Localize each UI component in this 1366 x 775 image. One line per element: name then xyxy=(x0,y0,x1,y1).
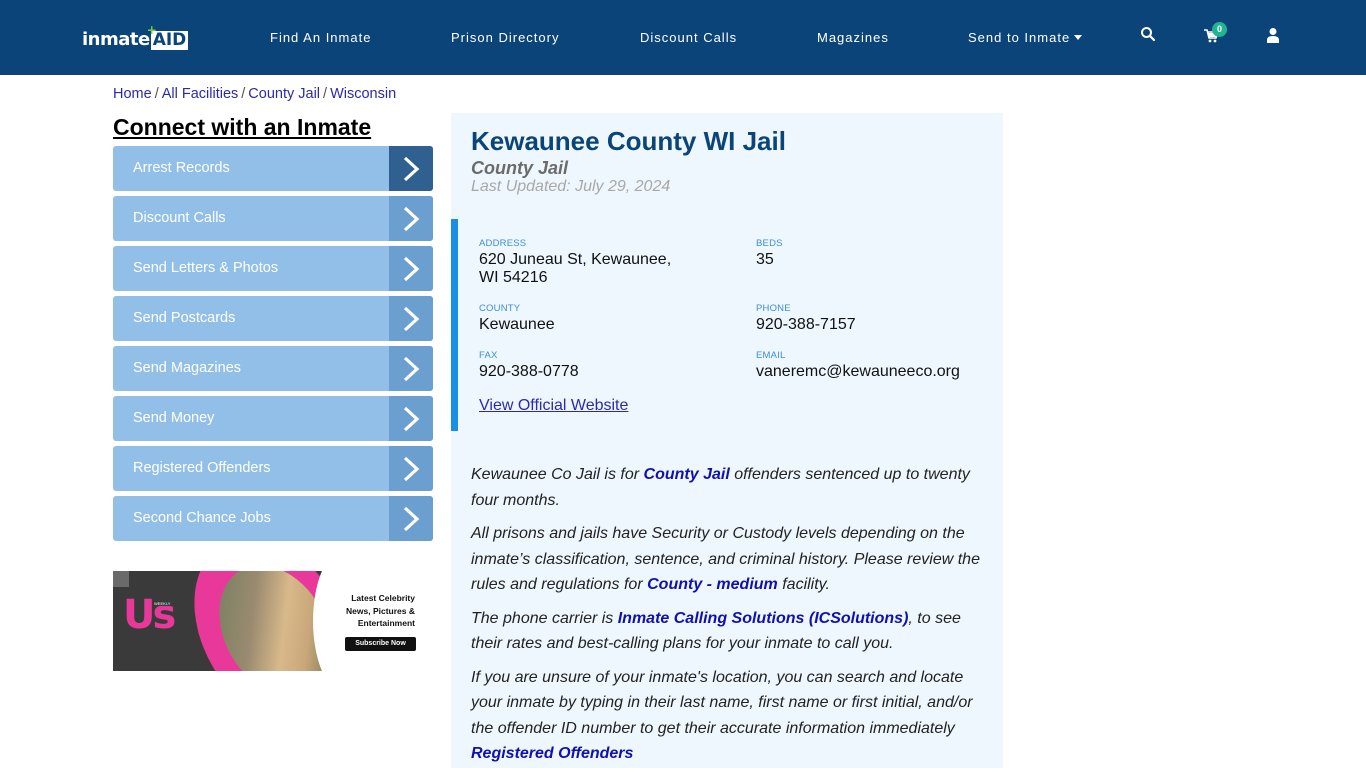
facility-type: County Jail xyxy=(471,158,569,178)
phone-value[interactable]: 920-388-7157 xyxy=(756,316,856,334)
nav-find-an-inmate[interactable]: Find An Inmate xyxy=(270,30,371,46)
county-field: COUNTY Kewaunee xyxy=(479,303,555,334)
sidebar-item-registered-offenders[interactable]: Registered Offenders xyxy=(113,446,433,491)
chevron-right-icon xyxy=(389,196,433,241)
logo-accent-text: AID xyxy=(152,30,187,50)
sidebar-item-label: Second Chance Jobs xyxy=(133,510,271,526)
nav-discount-calls[interactable]: Discount Calls xyxy=(640,30,737,46)
description-text: Kewaunee Co Jail is for xyxy=(471,466,644,483)
security-level-link[interactable]: County - medium xyxy=(647,576,778,593)
address-line2: WI 54216 xyxy=(479,269,548,286)
sidebar-item-send-money[interactable]: Send Money xyxy=(113,396,433,441)
chevron-right-icon xyxy=(389,246,433,291)
beds-label: BEDS xyxy=(756,238,783,249)
sidebar-item-label: Registered Offenders xyxy=(133,460,271,476)
phone-label: PHONE xyxy=(756,303,791,314)
sidebar-item-discount-calls[interactable]: Discount Calls xyxy=(113,196,433,241)
facility-panel: Kewaunee County WI Jail County Jail Last… xyxy=(451,113,1003,768)
logo-accent: + AID xyxy=(147,24,189,50)
sidebar-item-arrest-records[interactable]: Arrest Records xyxy=(113,146,433,191)
ad-corner-mark xyxy=(113,571,129,587)
top-navigation-bar: inmate + AID Find An Inmate Prison Direc… xyxy=(0,0,1366,75)
phone-field: PHONE 920-388-7157 xyxy=(756,303,856,334)
county-value: Kewaunee xyxy=(479,316,555,333)
address-line1: 620 Juneau St, Kewaunee, xyxy=(479,251,672,268)
nav-send-to-inmate-label: Send to Inmate xyxy=(968,30,1071,45)
description-paragraph: If you are unsure of your inmate's locat… xyxy=(471,665,991,767)
beds-field: BEDS 35 xyxy=(756,238,783,269)
sidebar-title[interactable]: Connect with an Inmate xyxy=(113,114,371,140)
ad-brand-tag: WEEKLY xyxy=(153,601,172,606)
sidebar-item-label: Discount Calls xyxy=(133,210,226,226)
chevron-right-icon xyxy=(389,296,433,341)
breadcrumb-home[interactable]: Home xyxy=(113,86,152,102)
fax-label: FAX xyxy=(479,350,498,361)
sidebar-item-send-postcards[interactable]: Send Postcards xyxy=(113,296,433,341)
inmateaid-logo[interactable]: inmate + AID xyxy=(82,24,189,50)
nav-magazines[interactable]: Magazines xyxy=(817,30,889,46)
description-text: The phone carrier is xyxy=(471,609,618,627)
breadcrumb: Home / All Facilities / County Jail / Wisconsi… xyxy=(113,85,396,103)
chevron-right-icon xyxy=(389,446,433,491)
phone-carrier-link[interactable]: Inmate Calling Solutions (ICSolutions) xyxy=(618,610,909,627)
nav-send-to-inmate[interactable]: Send to Inmate xyxy=(968,30,1083,46)
sidebar-item-label: Arrest Records xyxy=(133,160,230,176)
breadcrumb-wisconsin[interactable]: Wisconsin xyxy=(330,86,396,102)
logo-plus-icon: + xyxy=(146,23,157,37)
email-value[interactable]: vaneremc@kewauneeco.org xyxy=(756,363,960,381)
us-weekly-ad-banner[interactable]: Us WEEKLY Latest Celebrity News, Picture… xyxy=(113,571,417,671)
email-label: EMAIL xyxy=(756,350,786,361)
registered-offenders-link[interactable]: Registered Offenders xyxy=(471,745,633,762)
description-text: facility. xyxy=(777,576,830,593)
sidebar-item-send-letters-photos[interactable]: Send Letters & Photos xyxy=(113,246,433,291)
ad-headline: Latest Celebrity News, Pictures & Entert… xyxy=(325,592,415,630)
caret-down-icon xyxy=(1074,35,1083,40)
sidebar-item-label: Send Money xyxy=(133,410,215,426)
chevron-right-icon xyxy=(389,346,433,391)
beds-value: 35 xyxy=(756,251,774,268)
sidebar-item-label: Send Letters & Photos xyxy=(133,260,279,276)
logo-text: inmate xyxy=(82,29,150,50)
description-text: If you are unsure of your inmate's locat… xyxy=(471,668,973,737)
breadcrumb-separator: / xyxy=(154,86,159,102)
description-paragraph: The phone carrier is Inmate Calling Solu… xyxy=(471,606,991,657)
description-paragraph: All prisons and jails have Security or C… xyxy=(471,521,991,598)
nav-prison-directory[interactable]: Prison Directory xyxy=(451,30,559,46)
ad-headline-line: News, Pictures & xyxy=(346,605,415,616)
last-updated: Last Updated: July 29, 2024 xyxy=(471,178,671,195)
fax-field: FAX 920-388-0778 xyxy=(479,350,579,381)
facility-title: Kewaunee County WI Jail xyxy=(471,126,786,156)
sidebar-item-label: Send Postcards xyxy=(133,310,236,326)
breadcrumb-separator: / xyxy=(323,86,328,102)
sidebar-menu: Arrest Records Discount Calls Send Lette… xyxy=(113,146,433,546)
cart-count-badge: 0 xyxy=(1212,22,1227,37)
email-field: EMAIL vaneremc@kewauneeco.org xyxy=(756,350,960,381)
ad-subscribe-button[interactable]: Subscribe Now xyxy=(345,637,416,651)
search-icon[interactable] xyxy=(1140,26,1160,46)
chevron-right-icon xyxy=(389,396,433,441)
sidebar-item-send-magazines[interactable]: Send Magazines xyxy=(113,346,433,391)
breadcrumb-all-facilities[interactable]: All Facilities xyxy=(162,86,239,102)
chevron-right-icon xyxy=(389,496,433,541)
user-icon[interactable] xyxy=(1266,27,1286,47)
description-paragraph: Kewaunee Co Jail is for County Jail offe… xyxy=(471,462,991,513)
sidebar-item-label: Send Magazines xyxy=(133,360,242,376)
chevron-right-icon xyxy=(389,146,433,191)
address-label: ADDRESS xyxy=(479,238,527,249)
breadcrumb-separator: / xyxy=(241,86,246,102)
county-label: COUNTY xyxy=(479,303,521,314)
fax-value: 920-388-0778 xyxy=(479,363,579,380)
view-official-website-link[interactable]: View Official Website xyxy=(479,396,628,416)
county-jail-link[interactable]: County Jail xyxy=(644,466,730,483)
sidebar-item-second-chance-jobs[interactable]: Second Chance Jobs xyxy=(113,496,433,541)
ad-headline-line: Entertainment xyxy=(357,618,415,628)
ad-headline-line: Latest Celebrity xyxy=(351,593,415,603)
ad-brand-logo: Us xyxy=(123,592,176,638)
breadcrumb-county-jail[interactable]: County Jail xyxy=(248,86,320,102)
facility-description: Kewaunee Co Jail is for County Jail offe… xyxy=(471,462,991,775)
address-field: ADDRESS 620 Juneau St, Kewaunee, WI 5421… xyxy=(479,238,739,287)
facility-info-card: ADDRESS 620 Juneau St, Kewaunee, WI 5421… xyxy=(451,219,1003,431)
